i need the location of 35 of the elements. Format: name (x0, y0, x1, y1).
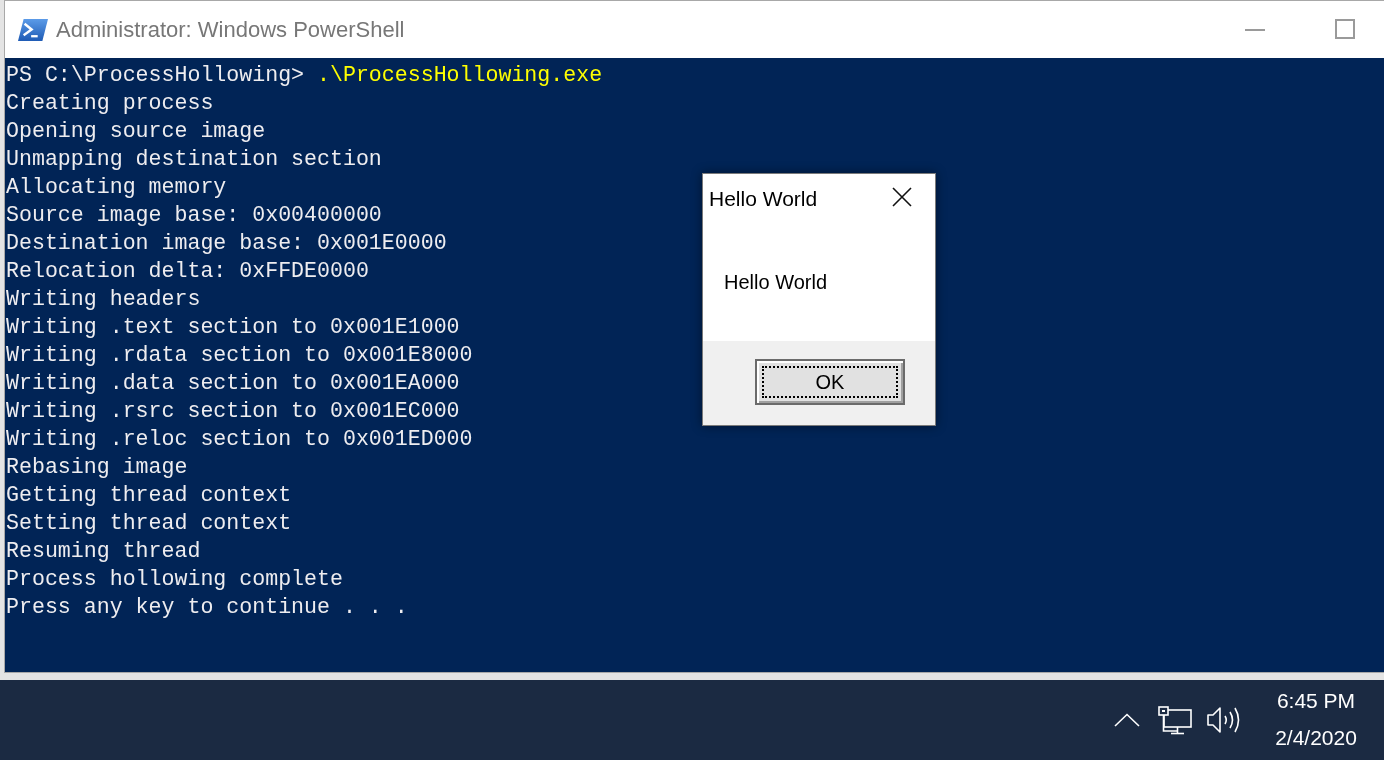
console-line: Unmapping destination section (6, 146, 382, 173)
console-line: Rebasing image (6, 454, 188, 481)
console-line: Writing .rdata section to 0x001E8000 (6, 342, 473, 369)
console-line: Writing .reloc section to 0x001ED000 (6, 426, 473, 453)
prompt-icon (18, 18, 48, 41)
chevron-up-icon[interactable] (1114, 713, 1140, 727)
console-line: Relocation delta: 0xFFDE0000 (6, 258, 369, 285)
maximize-icon (1335, 18, 1355, 39)
console-line: Writing .text section to 0x001E1000 (6, 314, 460, 341)
speaker-icon[interactable] (1207, 706, 1241, 734)
console-line: Creating process (6, 90, 214, 117)
console-line: Getting thread context (6, 482, 292, 509)
console-line: Process hollowing complete (6, 566, 343, 593)
monitor-network-icon[interactable] (1158, 705, 1192, 735)
close-icon (892, 187, 912, 207)
clock-time: 6:45 PM (1276, 687, 1356, 714)
console-line: Destination image base: 0x001E0000 (6, 230, 447, 257)
console-line: Writing .data section to 0x001EA000 (6, 370, 460, 397)
console-line: Writing .rsrc section to 0x001EC000 (6, 398, 460, 425)
console-line: Allocating memory (6, 174, 227, 201)
window-title: Administrator: Windows PowerShell (56, 16, 405, 43)
console-line: Setting thread context (6, 510, 292, 537)
console-line: Writing headers (6, 286, 201, 313)
console-line: Opening source image (6, 118, 266, 145)
minimize-icon (1245, 28, 1265, 31)
command-text: .\ProcessHollowing.exe (317, 63, 603, 87)
close-button[interactable] (891, 186, 913, 208)
clock-date: 2/4/2020 (1275, 724, 1357, 751)
dialog-title: Hello World (709, 187, 818, 211)
ok-button[interactable]: OK (755, 359, 905, 405)
console-line: Press any key to continue . . . (6, 594, 408, 621)
message-text: Hello World (724, 271, 827, 294)
prompt-text: PS C:\ProcessHollowing> (6, 63, 305, 87)
console-line: Resuming thread (6, 538, 201, 565)
console-line: Source image base: 0x00400000 (6, 202, 382, 229)
